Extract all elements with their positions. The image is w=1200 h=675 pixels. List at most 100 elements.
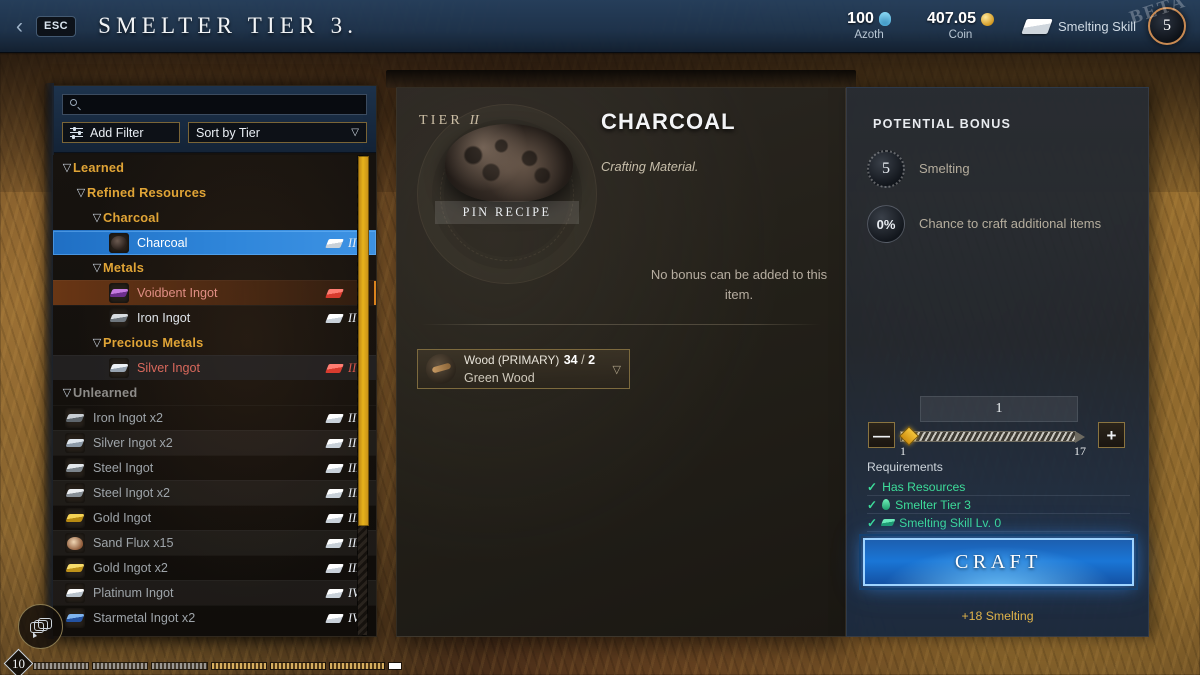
player-level-badge: 10 [5,652,32,675]
azoth-currency: 100 Azoth [827,10,911,41]
coin-label: Coin [948,28,973,41]
sort-dropdown[interactable]: Sort by Tier ▽ [188,122,367,143]
list-item[interactable]: Steel Ingot x2 III [53,480,376,505]
silver-ingot-icon [109,358,129,378]
bonus-row-extra-items: 0% Chance to craft additional items [867,205,1117,243]
gold-ingot-icon [65,558,85,578]
search-input[interactable] [87,98,359,111]
requirements-list: ✓ Has Resources ✓ Smelter Tier 3 ✓ Smelt… [867,478,1130,532]
ingredient-text: Wood (PRIMARY) 34 / 2 Green Wood [464,351,613,387]
list-item[interactable]: Steel Ingot III [53,455,376,480]
header-status-group: 100 Azoth 407.05 Coin Smelting Skill 5 [827,0,1200,52]
coin-currency: 407.05 Coin [911,10,1010,41]
list-item[interactable]: Iron Ingot x2 II [53,405,376,430]
group-label: Charcoal [103,210,160,225]
xp-segment [388,662,403,670]
craft-panel: POTENTIAL BONUS 5 Smelting 0% Chance to … [846,87,1149,637]
ingot-icon [325,463,344,473]
sand-flux-icon [65,533,85,553]
list-item-tier: III [325,536,376,551]
add-filter-button[interactable]: Add Filter [62,122,180,143]
list-item[interactable]: Charcoal II [53,230,376,255]
ingot-icon [325,438,344,448]
craft-button[interactable]: CRAFT [859,534,1138,590]
tier-prefix: TIER [419,113,463,128]
tree-group-unlearned[interactable]: ▽ Unlearned [53,380,376,405]
ingot-icon [325,363,344,373]
list-item[interactable]: Starmetal Ingot x2 IV [53,605,376,630]
section-divider [421,324,821,325]
search-icon [70,99,81,111]
list-item-label: Iron Ingot [137,311,191,325]
ingot-icon [325,588,344,598]
search-box[interactable] [62,94,367,115]
requirement-row: ✓ Smelter Tier 3 [867,496,1130,514]
recipe-tree[interactable]: ▽ Learned ▽ Refined Resources ▽ Charcoal… [53,155,376,636]
list-item[interactable]: Silver Ingot x2 II [53,430,376,455]
check-icon: ✓ [867,479,878,494]
slider-handle[interactable] [899,426,919,446]
requirement-label: Smelting Skill Lv. 0 [899,515,1002,530]
list-item-tier: IV [325,586,376,601]
list-item[interactable]: Iron Ingot II [53,305,376,330]
item-type-label: Crafting Material. [601,159,699,174]
chevron-down-icon: ▽ [62,162,72,174]
ingot-icon [325,563,344,573]
back-chevron-icon[interactable]: ‹ [16,16,30,37]
list-item[interactable]: Voidbent Ingot [53,280,376,305]
ingredient-slot-wood[interactable]: Wood (PRIMARY) 34 / 2 Green Wood ▽ [417,349,630,389]
check-icon: ✓ [867,515,878,530]
scrollbar-thumb[interactable] [358,156,369,526]
list-item-label: Charcoal [137,236,188,250]
tree-group-refined-resources[interactable]: ▽ Refined Resources [53,180,376,205]
xp-segment [33,662,90,670]
list-item[interactable]: Platinum Ingot IV [53,580,376,605]
list-item[interactable]: Gold Ingot x2 III [53,555,376,580]
chat-button[interactable] [18,604,63,649]
item-title: CHARCOAL [601,109,736,134]
requirement-row: ✓ Has Resources [867,478,1130,496]
iron-ingot-icon [65,408,85,428]
slider-min-label: 1 [900,444,906,458]
recipe-list-scrollbar[interactable] [357,155,369,636]
recipe-detail-panel: TIER II PIN RECIPE CHARCOAL Crafting Mat… [396,87,846,637]
tree-group-metals[interactable]: ▽ Metals [53,255,376,280]
no-bonus-message: No bonus can be added to this item. [650,267,828,302]
bonus-label: Chance to craft additional items [919,216,1102,232]
chevron-down-icon[interactable]: ▽ [613,363,621,376]
list-item-tier: IV [325,611,376,626]
ingredient-role-label: Wood (PRIMARY) [464,353,560,367]
list-item[interactable]: Silver Ingot II [53,355,376,380]
ingot-icon [325,513,344,523]
check-icon: ✓ [867,497,878,512]
list-item[interactable]: Sand Flux x15 III [53,530,376,555]
requirements-title: Requirements [867,460,943,474]
bonus-label: Smelting [919,161,970,177]
esc-key-button[interactable]: ESC [36,15,77,37]
pin-recipe-button[interactable]: PIN RECIPE [435,201,579,224]
player-level: 10 [12,655,25,671]
bonus-row-smelting: 5 Smelting [867,150,970,188]
platinum-ingot-icon [65,583,85,603]
xp-segment [269,662,326,670]
slider-rail[interactable] [900,431,1085,443]
list-item-label: Gold Ingot [93,511,152,525]
tree-group-charcoal[interactable]: ▽ Charcoal [53,205,376,230]
book-page-edge [386,70,856,88]
chevron-down-icon: ▽ [92,337,102,349]
list-item[interactable]: Gold Ingot III [53,505,376,530]
quantity-display[interactable]: 1 [920,396,1078,422]
green-wood-icon [426,354,456,384]
list-item-label: Silver Ingot [137,361,200,375]
quantity-increase-button[interactable]: + [1098,422,1125,448]
ingot-icon [325,413,344,423]
chevron-down-icon: ▽ [92,262,102,274]
quantity-decrease-button[interactable]: — [868,422,895,448]
list-item-label: Starmetal Ingot x2 [93,611,196,625]
smelting-skill-badge: 5 [1148,7,1186,45]
chevron-down-icon: ▽ [76,187,86,199]
tree-group-precious-metals[interactable]: ▽ Precious Metals [53,330,376,355]
quantity-slider[interactable] [899,426,1086,446]
tree-group-learned[interactable]: ▽ Learned [53,155,376,180]
bonus-value-badge: 5 [867,150,905,188]
